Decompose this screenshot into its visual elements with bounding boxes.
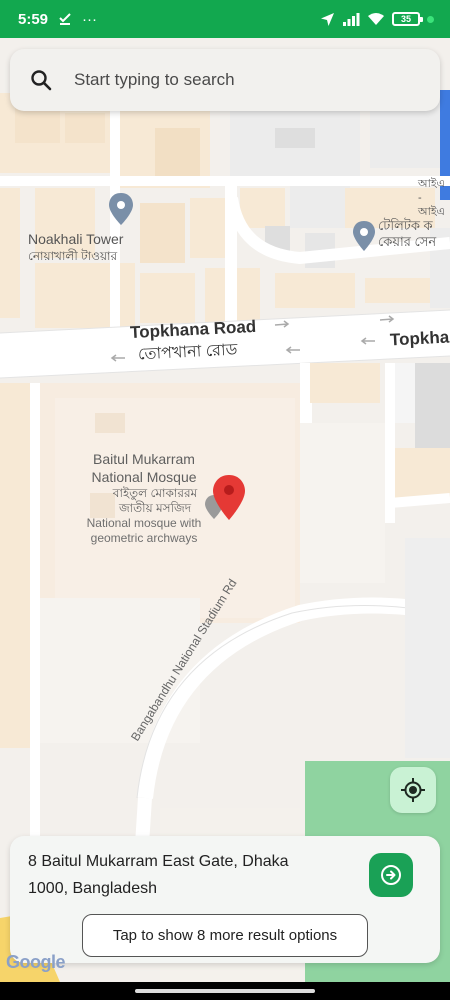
my-location-icon xyxy=(401,778,425,802)
more-notifications-icon: ··· xyxy=(82,10,98,28)
teletalk-label[interactable]: টেলিটক ক কেয়ার সেন xyxy=(378,218,436,251)
status-time: 5:59 xyxy=(18,10,49,28)
my-location-button[interactable] xyxy=(390,767,436,813)
search-input[interactable] xyxy=(74,70,394,90)
search-bar[interactable] xyxy=(10,49,440,111)
home-handle[interactable] xyxy=(135,989,315,993)
google-logo: Google xyxy=(6,952,66,972)
location-arrow-icon xyxy=(321,12,334,26)
topkhana-road-label-right: Topkha xyxy=(389,327,450,350)
go-to-location-button[interactable] xyxy=(369,853,413,897)
signal-icon xyxy=(343,13,360,26)
result-card[interactable]: 8 Baitul Mukarram East Gate, Dhaka 1000,… xyxy=(10,836,440,963)
battery-icon: 35 xyxy=(392,12,423,26)
more-results-button[interactable]: Tap to show 8 more result options xyxy=(82,914,368,957)
status-bar: 5:59 ··· 35 xyxy=(0,0,450,38)
noakhali-tower-label[interactable]: Noakhali Tower নোয়াখালী টাওয়ার xyxy=(28,231,123,264)
search-icon xyxy=(31,70,52,91)
result-address: 8 Baitul Mukarram East Gate, Dhaka 1000,… xyxy=(28,853,289,897)
wifi-icon xyxy=(368,13,384,25)
arrow-right-circle-icon xyxy=(381,865,401,885)
privacy-dot-icon xyxy=(427,15,434,23)
download-done-icon xyxy=(59,13,71,25)
mosque-label[interactable]: Baitul Mukarram National Mosque বাইতুল ম… xyxy=(78,451,210,546)
ai-label: আইএ - আইএ xyxy=(418,178,445,218)
navigation-bar xyxy=(0,982,450,1000)
